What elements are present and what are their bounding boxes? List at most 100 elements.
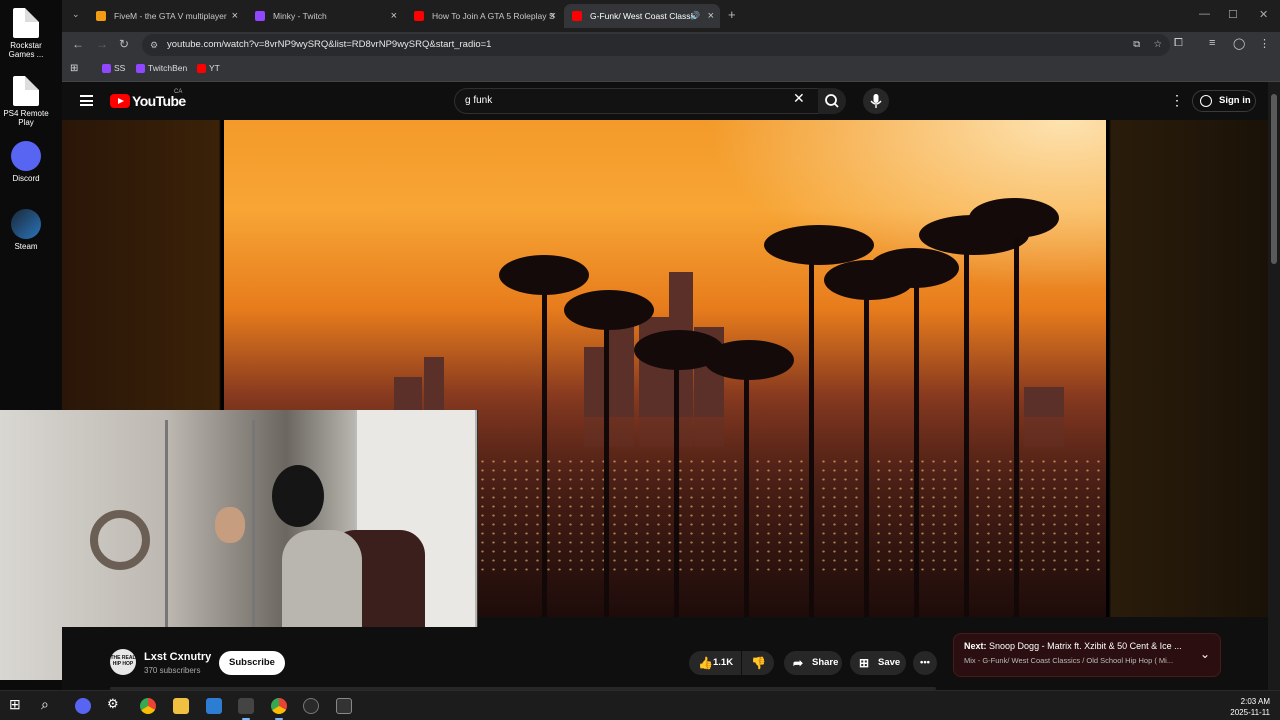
taskbar: ⊞ ⌕ ⚙ 2:03 AM 2025-11-11	[0, 690, 1280, 720]
media-app-icon[interactable]	[303, 698, 319, 714]
system-clock[interactable]: 2:03 AM 2025-11-11	[1230, 696, 1270, 718]
chrome-icon[interactable]	[140, 698, 156, 714]
close-icon[interactable]: ×	[391, 4, 397, 28]
tab-search-icon[interactable]: ⌄	[72, 9, 80, 20]
chrome-active-icon[interactable]	[271, 698, 287, 720]
palm-fronds	[969, 198, 1059, 238]
voice-search-button[interactable]	[863, 88, 889, 114]
up-next-card[interactable]: Next: Snoop Dogg - Matrix ft. Xzibit & 5…	[953, 633, 1221, 677]
obs-icon[interactable]	[238, 698, 254, 720]
reload-icon[interactable]: ↻	[119, 37, 129, 51]
desktop-icon-label: PS4 Remote Play	[3, 109, 49, 127]
address-toolbar: ← → ↻ ⚙ youtube.com/watch?v=8vrNP9wySRQ&…	[62, 32, 1280, 58]
address-bar[interactable]: ⚙ youtube.com/watch?v=8vrNP9wySRQ&list=R…	[142, 34, 1170, 56]
media-control-icon[interactable]: ≡	[1209, 37, 1215, 49]
microphone-icon	[870, 94, 882, 108]
save-button[interactable]: ⊞ Save	[850, 651, 906, 675]
sign-in-button[interactable]: Sign in	[1192, 90, 1256, 112]
forward-icon[interactable]: →	[96, 37, 108, 51]
share-button[interactable]: ➦ Share	[784, 651, 842, 675]
search-button[interactable]	[818, 88, 846, 114]
thumbs-up-icon: 👍	[698, 656, 713, 670]
settings-kebab-icon[interactable]: ⋮	[1170, 92, 1184, 109]
palm-fronds	[764, 225, 874, 265]
subscribe-button[interactable]: Subscribe	[219, 651, 285, 675]
bookmarks-bar: ⊞ SS TwitchBen YT	[62, 58, 1280, 82]
hamburger-menu-icon[interactable]	[80, 95, 93, 106]
palm-fronds	[704, 340, 794, 380]
app-icon[interactable]	[206, 698, 222, 714]
webcam-shelf	[165, 420, 255, 660]
tab-title: G-Funk/ West Coast Classic	[590, 11, 697, 21]
tab-title: How To Join A GTA 5 Roleplay S	[432, 11, 555, 21]
dislike-button[interactable]: 👎	[742, 651, 774, 675]
extensions-icon[interactable]: ⧠	[1174, 37, 1183, 50]
palm-tree	[1014, 222, 1019, 617]
tab-fivem[interactable]: FiveM - the GTA V multiplayer ×	[88, 4, 244, 28]
share-label: Share	[812, 657, 839, 668]
palm-tree	[809, 237, 814, 617]
maximize-icon[interactable]: ☐	[1228, 8, 1238, 21]
up-next-playlist: Mix - G-Funk/ West Coast Classics / Old …	[964, 656, 1174, 665]
file-icon	[13, 8, 39, 38]
save-playlist-icon: ⊞	[859, 656, 870, 670]
settings-gear-icon[interactable]: ⚙	[107, 696, 123, 712]
sign-in-label: Sign in	[1219, 95, 1251, 106]
bookmark-twitchben[interactable]: TwitchBen	[136, 63, 187, 73]
tab-youtube-roleplay[interactable]: How To Join A GTA 5 Roleplay S ×	[406, 4, 562, 28]
video-player[interactable]	[0, 120, 1268, 680]
channel-avatar[interactable]: THE REAL HIP HOP	[110, 649, 136, 675]
discord-icon	[11, 141, 41, 171]
youtube-icon	[414, 11, 424, 21]
bookmark-yt[interactable]: YT	[197, 63, 220, 73]
close-icon[interactable]: ×	[708, 4, 714, 28]
youtube-play-icon	[110, 94, 130, 108]
palm-tree	[864, 277, 869, 617]
close-window-icon[interactable]: ✕	[1259, 8, 1268, 21]
page-scrollbar[interactable]	[1268, 82, 1280, 690]
close-icon[interactable]: ×	[232, 4, 238, 28]
up-next-prefix: Next:	[964, 641, 987, 651]
tab-twitch[interactable]: Minky - Twitch ×	[247, 4, 403, 28]
desktop-icon-discord[interactable]: Discord	[0, 141, 52, 183]
palm-tree	[542, 287, 547, 617]
channel-name[interactable]: Lxst Cxnutry	[144, 651, 211, 663]
chevron-down-icon[interactable]: ⌄	[1200, 647, 1210, 661]
desktop-icon-rockstar[interactable]: Rockstar Games ...	[0, 8, 52, 59]
desktop-icon-ps4-remote-play[interactable]: PS4 Remote Play	[0, 76, 52, 127]
palm-fronds	[499, 255, 589, 295]
windows-start-icon[interactable]: ⊞	[9, 696, 25, 712]
search-input[interactable]: g funk	[454, 88, 818, 114]
tab-title: FiveM - the GTA V multiplayer	[114, 11, 227, 21]
bookmark-ss[interactable]: SS	[102, 63, 125, 73]
menu-kebab-icon[interactable]: ⋮	[1259, 37, 1270, 50]
terminal-app-icon[interactable]	[336, 698, 352, 714]
desktop-icon-label: Rockstar Games ...	[8, 41, 44, 59]
fivem-icon	[96, 11, 106, 21]
desktop-icon-steam[interactable]: Steam	[0, 209, 52, 251]
subscriber-count: 370 subscribers	[144, 666, 201, 675]
profile-icon[interactable]: ◯	[1233, 37, 1245, 50]
discord-taskbar-icon[interactable]	[75, 698, 91, 714]
clear-search-icon[interactable]: ✕	[793, 90, 805, 107]
back-icon[interactable]: ←	[72, 37, 84, 51]
file-explorer-icon[interactable]	[173, 698, 189, 714]
minimize-icon[interactable]: —	[1199, 8, 1210, 20]
new-tab-button[interactable]: +	[728, 7, 736, 22]
bookmark-star-icon[interactable]: ☆	[1153, 34, 1162, 56]
search-icon[interactable]: ⌕	[41, 696, 57, 712]
site-info-icon[interactable]: ⚙	[150, 34, 158, 56]
apps-grid-icon[interactable]: ⊞	[70, 63, 78, 74]
thumbs-down-icon: 👎	[751, 656, 766, 670]
install-app-icon[interactable]: ⧉	[1133, 34, 1140, 56]
palm-fronds	[564, 290, 654, 330]
like-button[interactable]: 👍 1.1K	[689, 651, 741, 675]
youtube-logo[interactable]: YouTube CA	[110, 89, 186, 109]
speaker-icon[interactable]: 🔊	[690, 4, 700, 28]
share-icon: ➦	[793, 656, 804, 670]
twitch-icon	[136, 64, 145, 73]
scrollbar-thumb[interactable]	[1271, 94, 1277, 264]
more-actions-button[interactable]: •••	[913, 651, 937, 675]
tab-youtube-gfunk[interactable]: G-Funk/ West Coast Classic 🔊 ×	[564, 4, 720, 28]
close-icon[interactable]: ×	[550, 4, 556, 28]
